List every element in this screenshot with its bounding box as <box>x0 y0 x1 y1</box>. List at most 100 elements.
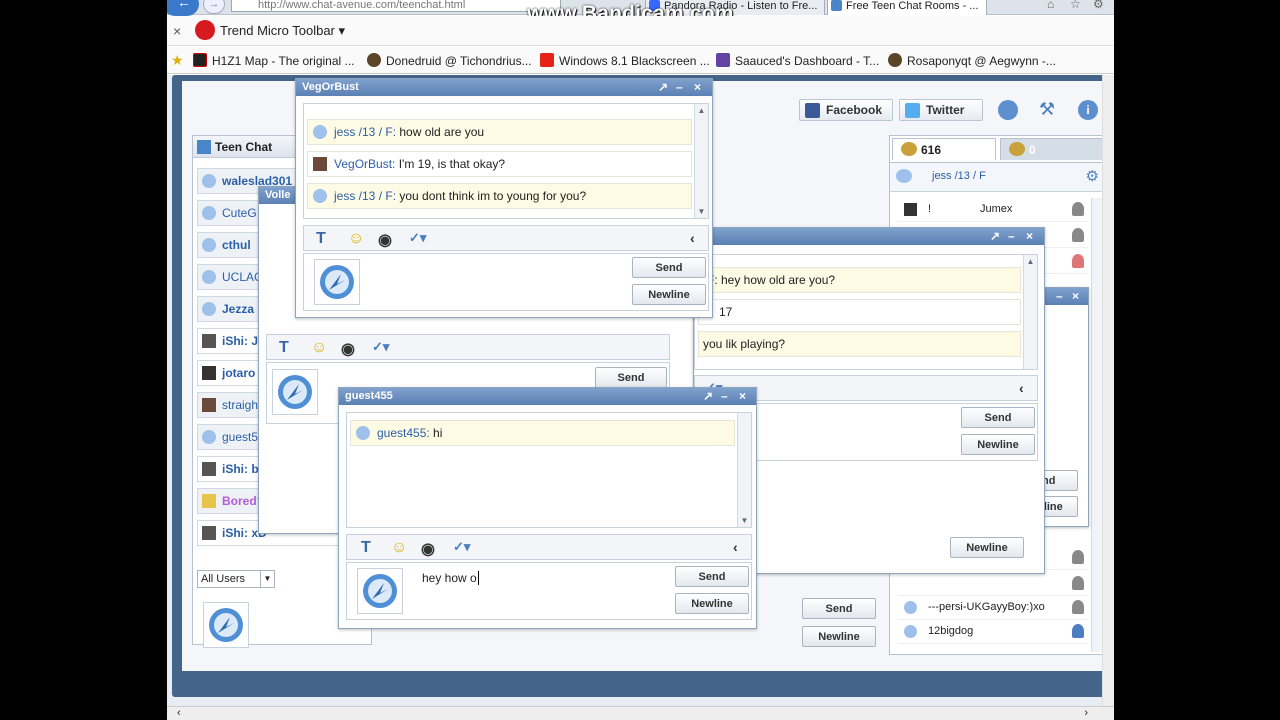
user-row[interactable] <box>898 572 1088 596</box>
resize-icon[interactable]: ↗ <box>703 389 713 403</box>
emoticon-icon[interactable]: ☺ <box>391 539 407 557</box>
chevron-left-icon[interactable]: ‹ <box>690 230 695 246</box>
trend-micro-label[interactable]: Trend Micro Toolbar ▾ <box>220 23 345 39</box>
text-format-icon[interactable]: T <box>316 230 326 248</box>
back-button[interactable]: ← <box>167 0 199 16</box>
newline-button[interactable]: Newline <box>675 593 749 614</box>
profile-icon[interactable] <box>1072 202 1084 216</box>
webcam-icon[interactable]: ◉ <box>421 539 435 559</box>
user-row[interactable]: ! Jumex <box>898 198 1088 222</box>
user-avatar-icon <box>202 366 216 380</box>
chat-window-guest455[interactable]: guest455 ↗ – × guest455: hi ▼ T ☺ ◉ ✓▾ ‹… <box>338 387 757 629</box>
send-button[interactable]: Send <box>961 407 1035 428</box>
newline-button[interactable]: Newline <box>802 626 876 647</box>
text-format-icon[interactable]: T <box>361 539 371 557</box>
profile-icon[interactable] <box>1072 550 1084 564</box>
my-username: jess /13 / F <box>932 170 986 182</box>
users-icon <box>901 142 917 156</box>
bookmark-h1z1[interactable]: H1Z1 Map - The original ... <box>193 53 355 68</box>
user-avatar-icon <box>202 398 216 412</box>
window-title: ↗ – × <box>694 228 1044 245</box>
facebook-button[interactable]: Facebook <box>799 99 893 121</box>
profile-icon[interactable] <box>1072 600 1084 614</box>
webcam-icon[interactable]: ◉ <box>378 230 392 250</box>
settings-wrench-icon[interactable]: ⚒ <box>1039 99 1055 120</box>
scroll-left-icon[interactable]: ‹ <box>177 707 181 719</box>
close-icon[interactable]: × <box>1026 229 1033 243</box>
page-horizontal-scrollbar[interactable]: ‹ › <box>167 706 1114 720</box>
user-row[interactable]: 12bigdog <box>898 620 1088 644</box>
emoticon-icon[interactable]: ☺ <box>311 339 327 357</box>
window-title: guest455 ↗ – × <box>339 388 756 405</box>
tab-friends[interactable]: 0 <box>1000 138 1104 160</box>
home-icon[interactable]: ⌂ <box>1047 0 1054 11</box>
favorites-star-icon[interactable]: ★ <box>171 52 184 69</box>
star-icon[interactable]: ☆ <box>1070 0 1081 11</box>
info-icon[interactable]: i <box>1078 100 1098 120</box>
bookmark-saauced[interactable]: Saauced's Dashboard - T... <box>716 53 879 68</box>
user-row[interactable]: ---persi-UKGayyBoy:)xo <box>898 596 1088 620</box>
address-bar[interactable]: http://www.chat-avenue.com/teenchat.html <box>231 0 561 12</box>
newline-button[interactable]: Newline <box>632 284 706 305</box>
gear-icon[interactable]: ⚙ <box>1093 0 1104 11</box>
text-format-icon[interactable]: T <box>279 339 289 357</box>
minimize-icon[interactable]: – <box>676 80 683 94</box>
message-input[interactable]: hey how o <box>422 571 479 585</box>
trend-micro-toolbar: × Trend Micro Toolbar ▾ <box>167 16 1114 46</box>
chat-window-vegorbust[interactable]: VegOrBust ↗ – × jess /13 / F: how old ar… <box>295 78 713 318</box>
webcam-icon[interactable]: ◉ <box>341 339 355 359</box>
location-icon[interactable] <box>998 100 1018 120</box>
scroll-up-icon[interactable]: ▲ <box>1026 257 1035 266</box>
status-menu-icon[interactable]: ✓▾ <box>372 339 389 355</box>
page-vertical-scrollbar[interactable] <box>1102 75 1114 706</box>
close-icon[interactable]: × <box>694 80 701 94</box>
status-menu-icon[interactable]: ✓▾ <box>453 539 470 555</box>
message: guest455: hi <box>350 420 735 446</box>
gear-icon[interactable]: ⚙ <box>1086 167 1099 185</box>
user-filter-select[interactable]: All Users ▼ <box>197 570 275 588</box>
bookmark-rosaponyqt[interactable]: Rosaponyqt @ Aegwynn -... <box>888 53 1056 68</box>
message-scrollbar[interactable]: ▲ <box>1023 255 1037 369</box>
send-button[interactable]: Send <box>802 598 876 619</box>
close-icon[interactable]: × <box>739 389 746 403</box>
tab-free-teen-chat[interactable]: Free Teen Chat Rooms - ... <box>827 0 987 15</box>
status-menu-icon[interactable]: ✓▾ <box>409 230 426 246</box>
friends-icon <box>1009 142 1025 156</box>
scroll-down-icon[interactable]: ▼ <box>697 207 706 216</box>
chat-bird-icon <box>278 375 312 409</box>
chevron-left-icon[interactable]: ‹ <box>733 539 738 555</box>
resize-icon[interactable]: ↗ <box>658 80 668 94</box>
send-button[interactable]: Send <box>675 566 749 587</box>
resize-icon[interactable]: ↗ <box>990 229 1000 243</box>
minimize-icon[interactable]: – <box>1008 229 1015 243</box>
status-icon[interactable] <box>896 169 912 183</box>
bookmark-donedruid[interactable]: Donedruid @ Tichondrius... <box>367 53 532 68</box>
minimize-icon[interactable]: – <box>721 389 728 403</box>
scroll-down-icon[interactable]: ▼ <box>740 516 749 525</box>
send-button[interactable]: Send <box>632 257 706 278</box>
tab-online-users[interactable]: 616 <box>892 138 996 160</box>
profile-icon[interactable] <box>1072 228 1084 242</box>
close-icon[interactable]: × <box>1072 289 1079 303</box>
profile-icon[interactable] <box>1072 624 1084 638</box>
emoticon-icon[interactable]: ☺ <box>348 230 364 248</box>
bookmark-windows[interactable]: Windows 8.1 Blackscreen ... <box>540 53 710 68</box>
send-button[interactable]: Send <box>595 367 667 388</box>
user-avatar-icon <box>202 526 216 540</box>
newline-button[interactable]: Newline <box>950 537 1024 558</box>
message-area: F: hey how old are you? 17 you lik playi… <box>694 254 1038 370</box>
minimize-icon[interactable]: – <box>1056 289 1063 303</box>
message-scrollbar[interactable]: ▲ ▼ <box>694 104 708 218</box>
close-icon[interactable]: × <box>173 23 181 39</box>
scroll-right-icon[interactable]: › <box>1084 707 1088 719</box>
forward-button[interactable]: → <box>203 0 225 14</box>
message: 17 <box>698 299 1021 325</box>
profile-icon[interactable] <box>1072 576 1084 590</box>
profile-icon[interactable] <box>1072 254 1084 268</box>
scroll-up-icon[interactable]: ▲ <box>697 106 706 115</box>
chevron-left-icon[interactable]: ‹ <box>1019 380 1024 396</box>
twitter-button[interactable]: Twitter <box>899 99 983 121</box>
newline-button[interactable]: Newline <box>961 434 1035 455</box>
message-scrollbar[interactable]: ▼ <box>737 413 751 527</box>
message-toolbar: T ☺ ◉ ✓▾ ‹ <box>346 534 752 560</box>
